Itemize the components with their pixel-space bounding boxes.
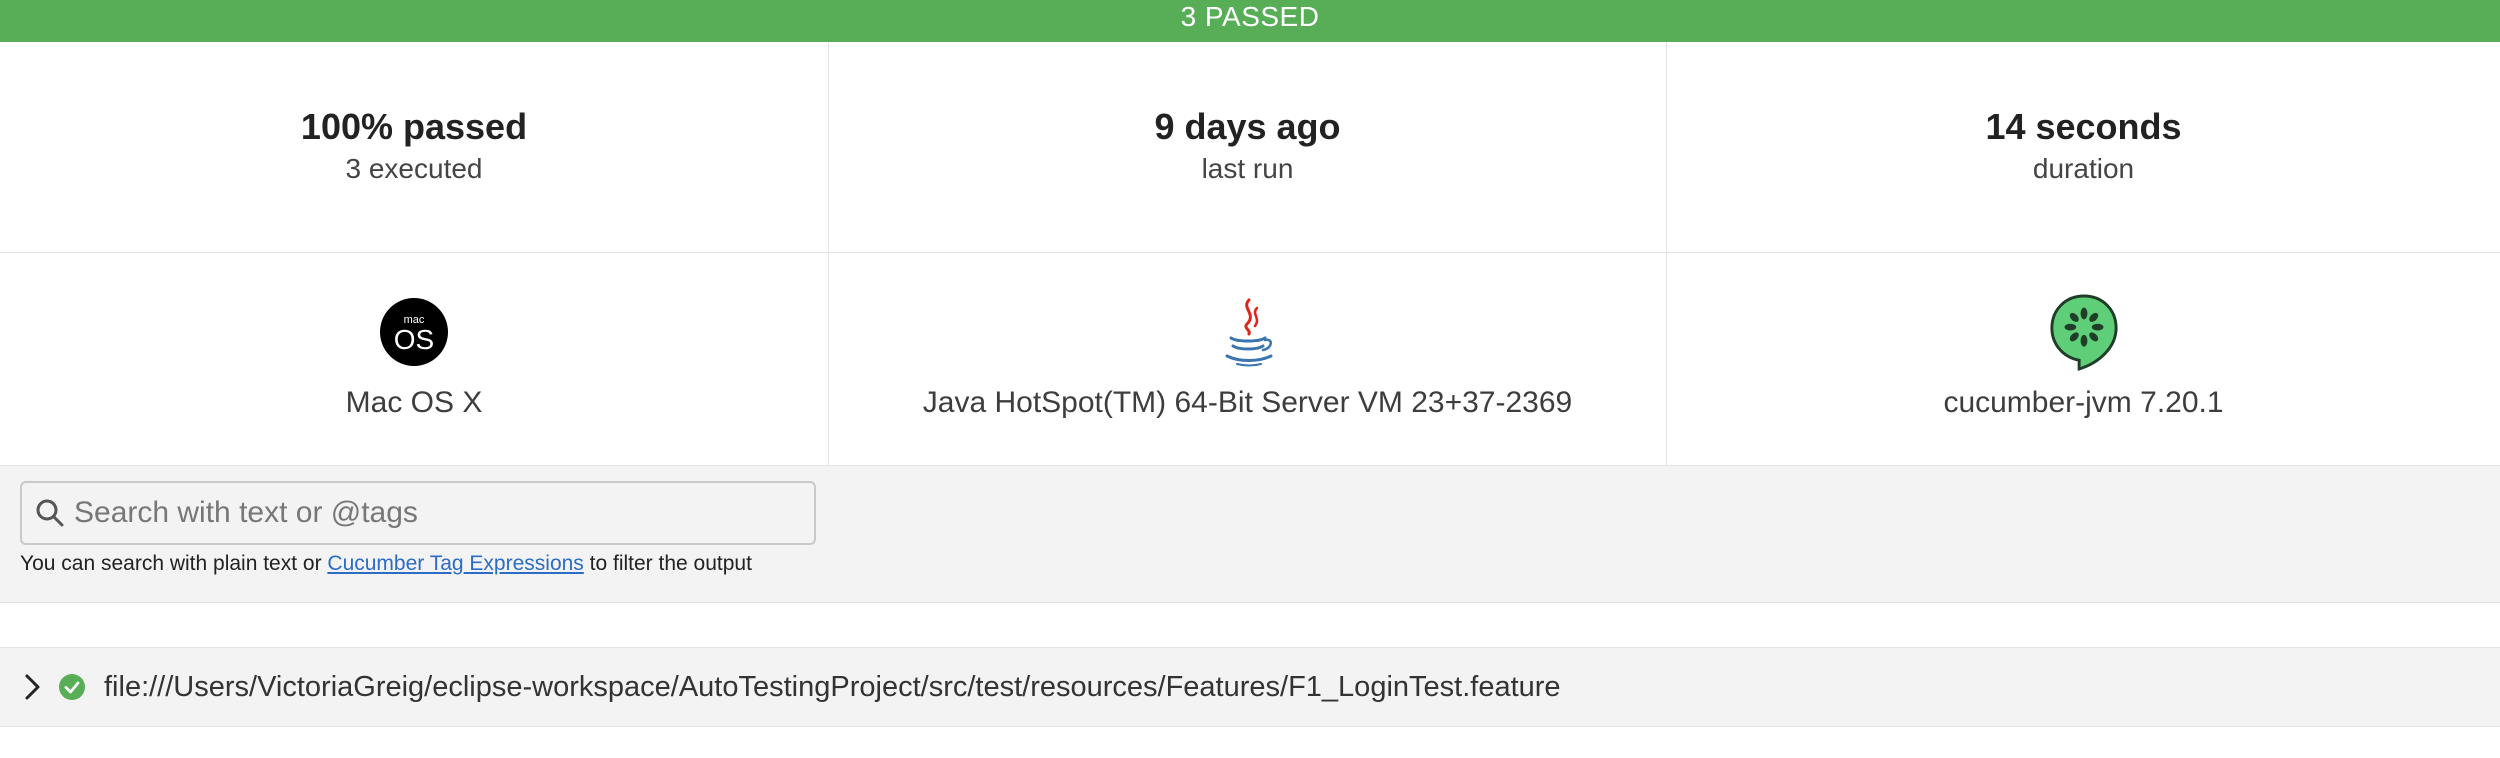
os-label: Mac OS X [345,386,483,419]
implementation-label: cucumber-jvm 7.20.1 [1943,386,2224,419]
passed-check-icon [58,673,86,701]
runtime-label: Java HotSpot(TM) 64-Bit Server VM 23+37-… [922,386,1573,419]
search-help-text: You can search with plain text or Cucumb… [20,552,752,576]
runtime-info: Java HotSpot(TM) 64-Bit Server VM 23+37-… [829,253,1667,466]
macos-icon: mac OS [378,296,450,368]
last-run-label: last run [1201,153,1294,184]
search-box[interactable] [20,481,816,545]
duration-value: 14 seconds [1985,106,2182,147]
status-banner-text: 3 PASSED [1180,1,1320,32]
passed-percentage: 100% passed [300,106,528,147]
feature-row[interactable]: file:///Users/VictoriaGreig/eclipse-work… [0,647,2500,727]
summary-grid: 100% passed 3 executed 9 days ago last r… [0,42,2500,466]
passed-summary: 100% passed 3 executed [0,42,829,253]
svg-text:OS: OS [394,324,434,355]
last-run-value: 9 days ago [1154,106,1341,147]
results-spacer [0,603,2500,647]
search-icon [32,495,68,531]
search-help-suffix: to filter the output [583,552,752,575]
search-help-prefix: You can search with plain text or [20,552,328,575]
cucumber-tag-expressions-link[interactable]: Cucumber Tag Expressions [327,552,583,575]
duration-label: duration [2032,153,2135,184]
last-run-summary: 9 days ago last run [829,42,1667,253]
status-banner: 3 PASSED [0,0,2500,42]
executed-count: 3 executed [345,153,483,184]
java-icon [1212,296,1284,368]
duration-summary: 14 seconds duration [1667,42,2500,253]
feature-file-path[interactable]: file:///Users/VictoriaGreig/eclipse-work… [104,671,1561,704]
os-info: mac OS Mac OS X [0,253,829,466]
chevron-right-icon[interactable] [20,671,44,703]
search-input[interactable] [74,483,814,543]
cucumber-icon [2048,294,2120,371]
search-area: You can search with plain text or Cucumb… [0,466,2500,603]
implementation-info: cucumber-jvm 7.20.1 [1667,253,2500,466]
